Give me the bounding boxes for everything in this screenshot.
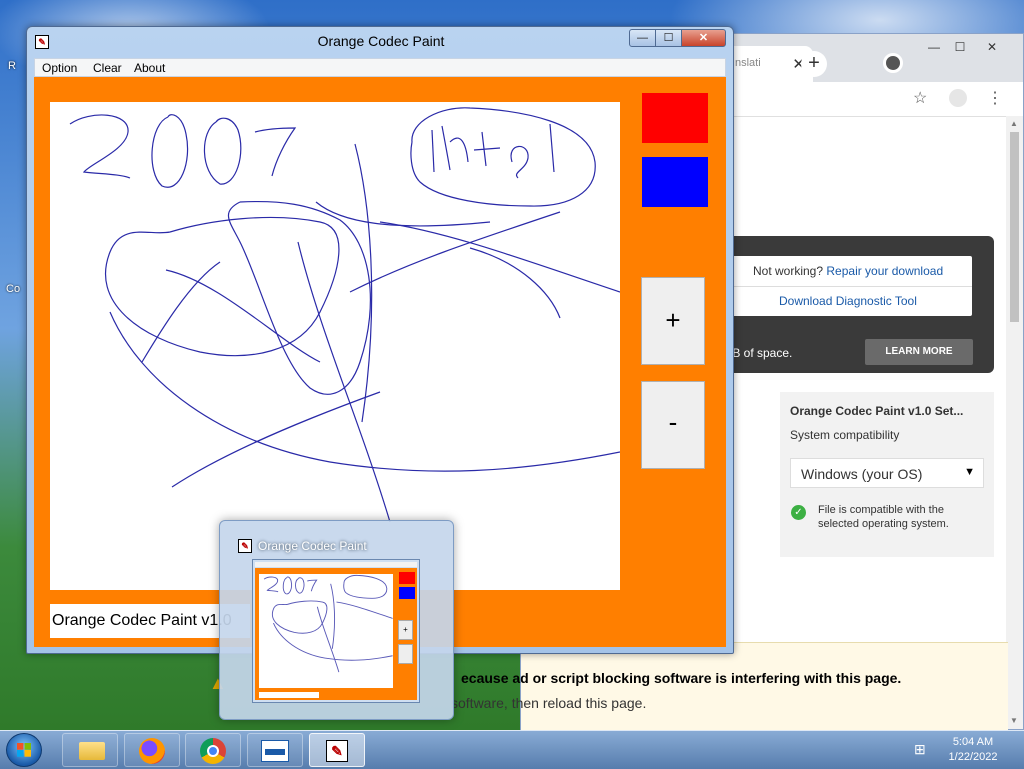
taskbar-orange-codec-paint[interactable]: ✎ — [309, 733, 365, 767]
compatibility-message: File is compatible with the selected ope… — [818, 504, 949, 530]
paint-app-icon: ✎ — [326, 740, 348, 762]
close-button[interactable]: ✕ — [681, 29, 726, 47]
check-circle-icon: ✓ — [791, 505, 806, 520]
storage-text: TB of space. — [725, 346, 793, 360]
browser-tab[interactable]: nslati ✕ — [721, 46, 813, 82]
start-button[interactable] — [6, 733, 42, 767]
adblock-notice-line2: software, then reload this page. — [451, 695, 647, 711]
installer-icon — [261, 740, 289, 762]
system-compatibility-label: System compatibility — [790, 428, 900, 442]
thumbnail-title: Orange Codec Paint — [258, 539, 367, 553]
diagnostic-tool-link[interactable]: Download Diagnostic Tool — [779, 294, 917, 308]
folder-icon — [79, 742, 105, 760]
menu-option[interactable]: Option — [42, 61, 77, 75]
taskbar-chrome[interactable] — [185, 733, 241, 767]
setup-card: Orange Codec Paint v1.0 Set... System co… — [780, 392, 994, 557]
browser-maximize-button[interactable]: ☐ — [947, 40, 973, 56]
drawing-canvas[interactable] — [50, 102, 620, 590]
system-clock[interactable]: 5:04 AM 1/22/2022 — [936, 735, 1010, 765]
menu-about[interactable]: About — [134, 61, 165, 75]
mini-minus-button — [398, 644, 413, 664]
minimize-button[interactable]: — — [629, 29, 656, 47]
mini-red-swatch — [399, 572, 415, 584]
account-icon[interactable] — [949, 89, 967, 107]
menu-bar: Option Clear About — [34, 58, 726, 77]
desktop-icon-label[interactable]: R — [8, 60, 16, 72]
adblock-notice-line1: ecause ad or script blocking software is… — [461, 670, 902, 686]
page-scrollbar[interactable]: ▲ ▼ — [1006, 116, 1023, 729]
bookmark-star-icon[interactable]: ☆ — [913, 88, 927, 108]
repair-download-link[interactable]: Repair your download — [826, 264, 943, 278]
scroll-up-arrow-icon[interactable]: ▲ — [1010, 119, 1018, 128]
mini-drawing-strokes — [263, 574, 393, 673]
profile-icon[interactable] — [883, 53, 903, 73]
taskbar: ✎ ⊞ 5:04 AM 1/22/2022 — [0, 730, 1024, 769]
adblock-notice: ▲ ecause ad or script blocking software … — [209, 642, 1008, 730]
maximize-button[interactable]: ☐ — [655, 29, 682, 47]
taskbar-thumbnail-preview[interactable]: ✎ Orange Codec Paint + — [219, 520, 454, 720]
learn-more-button[interactable]: LEARN MORE — [865, 339, 973, 365]
thumbnail-window-image: + — [252, 559, 420, 703]
windows-logo-icon — [17, 743, 31, 757]
clock-date: 1/22/2022 — [948, 751, 998, 763]
scrollbar-thumb[interactable] — [1010, 132, 1019, 322]
taskbar-firefox[interactable] — [124, 733, 180, 767]
tab-title: nslati — [735, 57, 761, 69]
not-working-label: Not working? — [753, 264, 824, 278]
drawing-strokes — [69, 107, 620, 523]
increase-brush-button[interactable]: + — [641, 277, 705, 365]
taskbar-setup[interactable] — [247, 733, 303, 767]
scroll-down-arrow-icon[interactable]: ▼ — [1010, 716, 1018, 725]
os-select[interactable]: Windows (your OS) ▼ — [790, 458, 984, 488]
kebab-menu-icon[interactable]: ⋮ — [987, 88, 1003, 108]
download-help-card: Not working? Repair your download Downlo… — [717, 236, 994, 373]
mini-canvas — [259, 574, 393, 688]
browser-close-button[interactable]: ✕ — [979, 40, 1005, 56]
app-icon: ✎ — [238, 539, 252, 553]
setup-title: Orange Codec Paint v1.0 Set... — [790, 404, 964, 418]
chevron-down-icon: ▼ — [964, 466, 975, 478]
firefox-icon — [139, 738, 165, 764]
network-icon[interactable]: ⊞ — [914, 741, 926, 758]
taskbar-explorer[interactable] — [62, 733, 118, 767]
os-select-value: Windows (your OS) — [801, 466, 923, 482]
blue-color-swatch[interactable] — [642, 157, 708, 207]
chrome-icon — [200, 738, 226, 764]
mini-blue-swatch — [399, 587, 415, 599]
new-tab-button[interactable]: + — [801, 51, 827, 77]
clock-time: 5:04 AM — [952, 736, 994, 748]
mini-status-field — [259, 692, 319, 698]
browser-minimize-button[interactable]: — — [921, 40, 947, 56]
decrease-brush-button[interactable]: - — [641, 381, 705, 469]
mini-plus-button: + — [398, 620, 413, 640]
not-working-line: Not working? Repair your download — [753, 264, 943, 278]
mini-menu-bar — [255, 562, 417, 567]
menu-clear[interactable]: Clear — [93, 61, 122, 75]
divider — [717, 286, 972, 287]
mini-client-area: + — [255, 568, 417, 700]
desktop-icon-label[interactable]: Co — [6, 283, 20, 295]
download-help-box: Not working? Repair your download Downlo… — [717, 256, 972, 316]
red-color-swatch[interactable] — [642, 93, 708, 143]
